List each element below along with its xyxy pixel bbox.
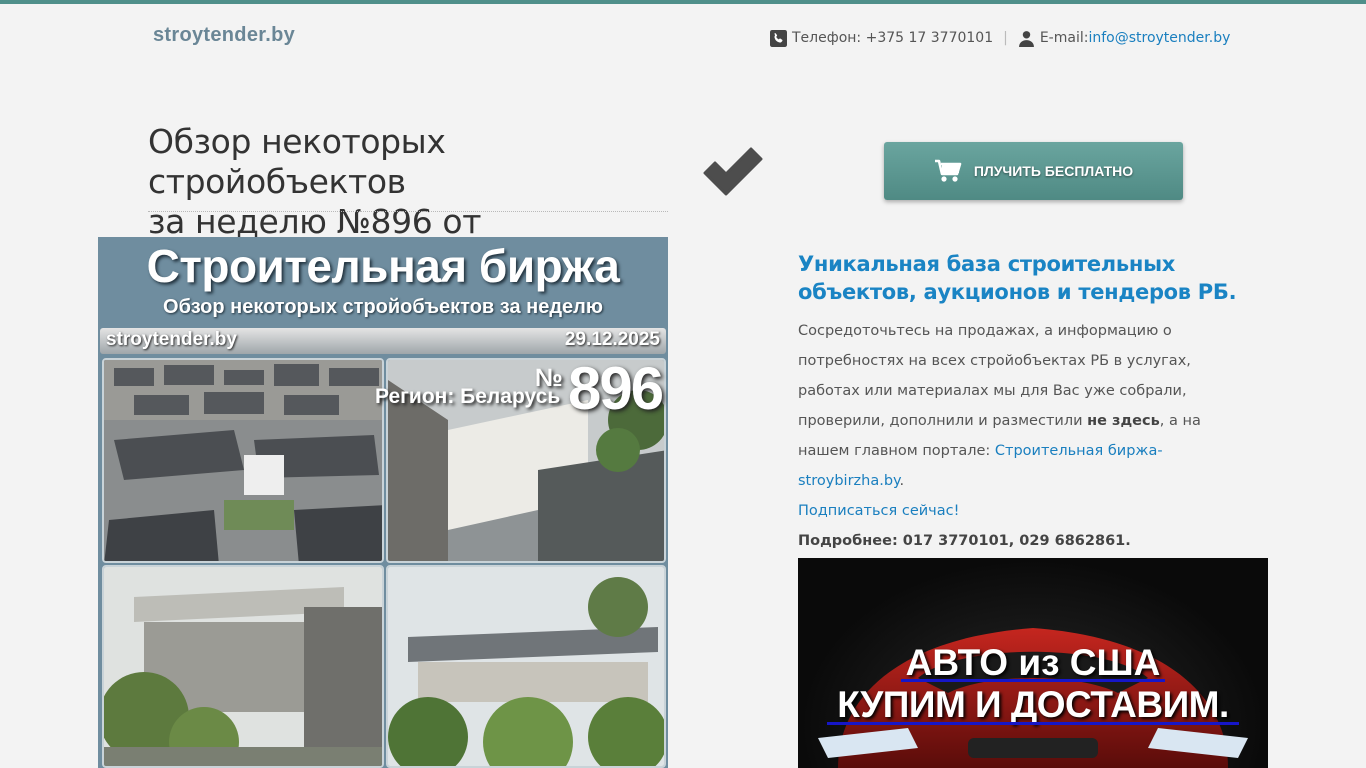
cover-date: 29.12.2025 — [564, 329, 660, 350]
contacts-separator: | — [1003, 30, 1008, 46]
cover-region: Регион: Беларусь — [375, 385, 561, 408]
title-divider — [148, 211, 668, 212]
user-icon — [1018, 30, 1034, 47]
phone-icon — [770, 29, 787, 47]
banner-line1: АВТО из США — [905, 642, 1161, 683]
page-title-line1: Обзор некоторых стройобъектов — [148, 122, 446, 201]
database-description: Сосредоточьтесь на продажах, а информаци… — [798, 316, 1228, 556]
cover-issue-number: 896 — [568, 355, 664, 422]
cover-photo-alley — [102, 565, 384, 768]
get-free-button-label: ПЛУЧИТЬ БЕСПЛАТНО — [973, 163, 1134, 179]
top-accent-bar — [0, 0, 1366, 4]
banner-underline-1 — [901, 679, 1165, 682]
cart-icon — [934, 159, 962, 182]
email-label: E-mail: — [1039, 30, 1089, 46]
cover-photo-aerial — [102, 358, 384, 563]
cover-title: Строительная биржа — [146, 240, 620, 292]
subscribe-link[interactable]: Подписаться сейчас! — [798, 503, 959, 519]
cover-strip: stroytender.by 29.12.2025 — [100, 328, 666, 354]
description-period: . — [899, 473, 905, 489]
checkmark-icon — [703, 147, 763, 196]
cover-site: stroytender.by — [106, 329, 237, 350]
description-bold: не здесь — [1087, 413, 1160, 429]
cover-photo-garden — [386, 565, 666, 768]
banner-underline-2 — [827, 722, 1239, 725]
email-link[interactable]: info@stroytender.by — [1088, 30, 1230, 46]
details-phones: Подробнее: 017 3770101, 029 6862861. — [798, 533, 1131, 549]
database-heading: Уникальная база строительных объектов, а… — [798, 252, 1237, 304]
cover-number-prefix: № — [535, 364, 563, 392]
header-contacts: Телефон: +375 17 3770101 | E-mail: info@… — [770, 28, 1230, 48]
auto-usa-ad-banner[interactable]: АВТО из США КУПИМ И ДОСТАВИМ. — [798, 558, 1268, 768]
phone-text: Телефон: +375 17 3770101 — [792, 30, 994, 46]
cover-subtitle: Обзор некоторых стройобъектов за неделю — [163, 296, 603, 318]
site-logo[interactable]: stroytender.by — [153, 24, 295, 47]
digest-cover-image[interactable]: Строительная биржа Обзор некоторых строй… — [98, 237, 668, 768]
get-free-button[interactable]: ПЛУЧИТЬ БЕСПЛАТНО — [884, 142, 1183, 200]
banner-line2: КУПИМ И ДОСТАВИМ. — [837, 684, 1229, 725]
